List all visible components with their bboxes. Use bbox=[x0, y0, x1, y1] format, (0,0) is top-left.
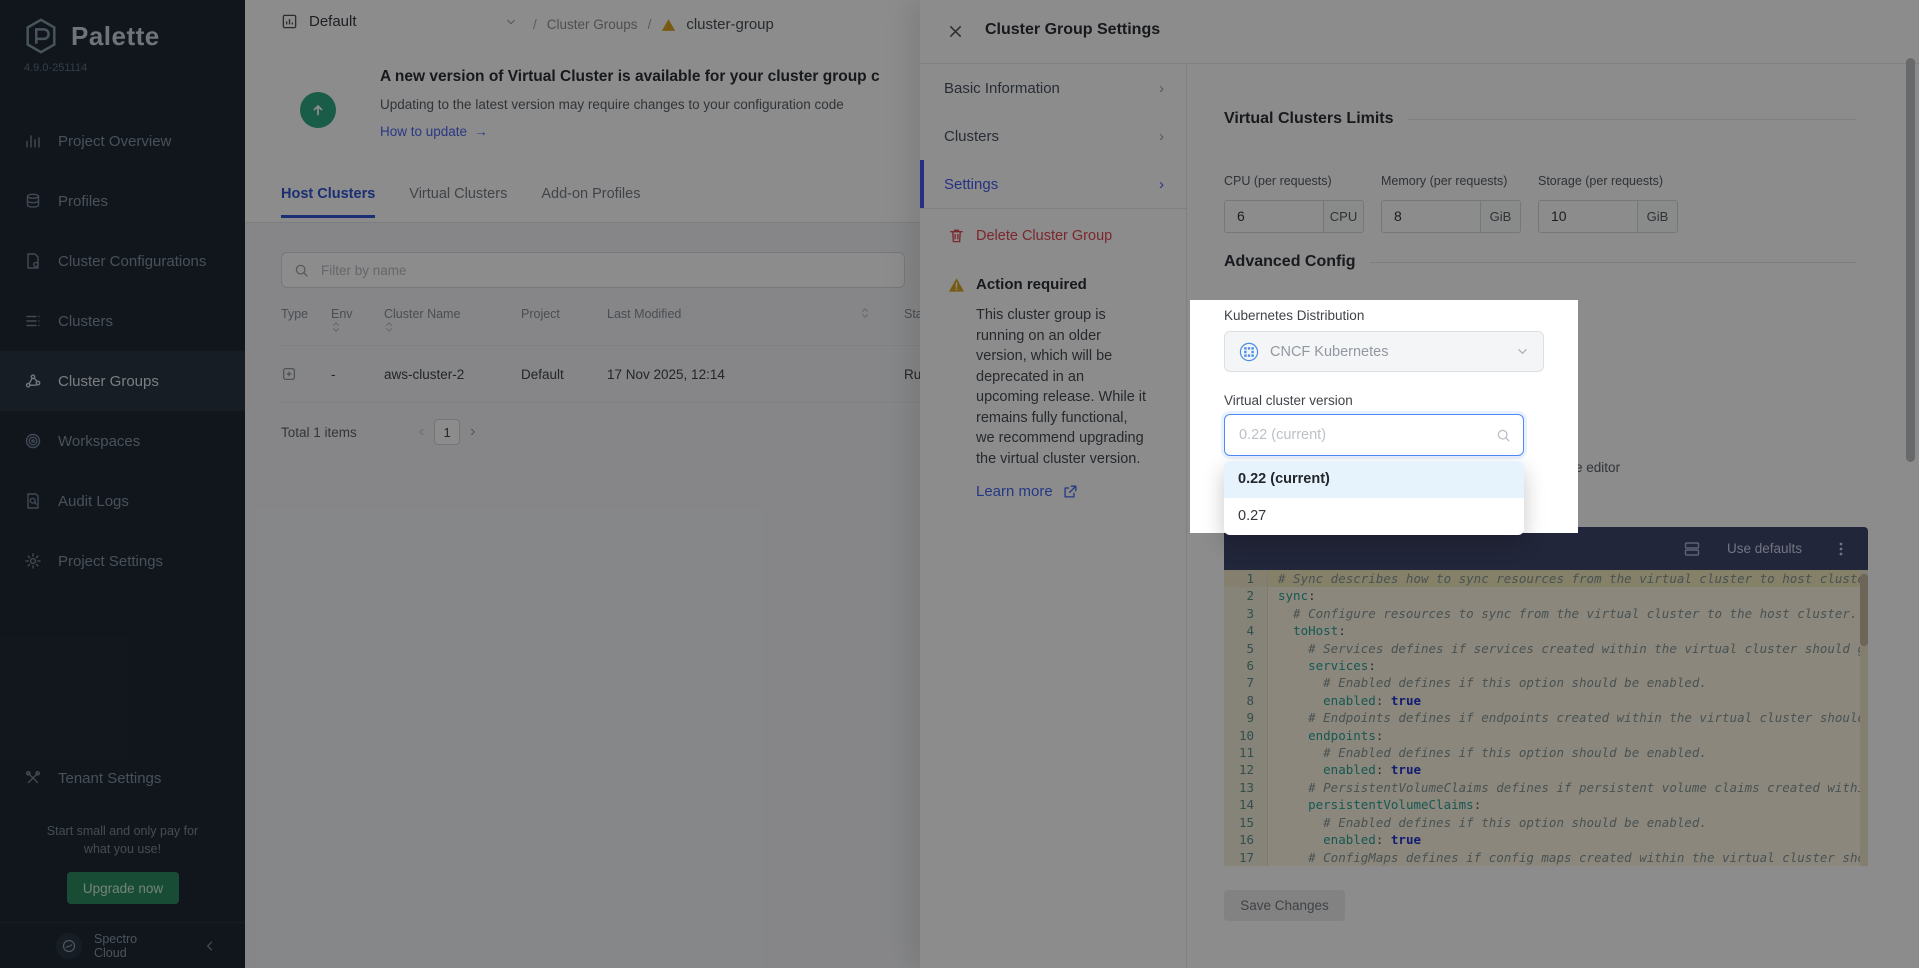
virtual-cluster-version-label: Virtual cluster version bbox=[1224, 393, 1353, 408]
kubernetes-distribution-value: CNCF Kubernetes bbox=[1270, 344, 1388, 360]
dim-overlay bbox=[0, 0, 1919, 968]
version-option-0-22-current-[interactable]: 0.22 (current) bbox=[1224, 461, 1524, 498]
chevron-down-icon bbox=[1516, 345, 1529, 358]
kubernetes-distribution-select[interactable]: CNCF Kubernetes bbox=[1224, 331, 1544, 372]
version-search-input[interactable] bbox=[1237, 426, 1496, 444]
version-option-0-27[interactable]: 0.27 bbox=[1224, 498, 1524, 535]
kubernetes-distribution-label: Kubernetes Distribution bbox=[1224, 308, 1364, 323]
app-window: Palette 4.9.0-251114 Project OverviewPro… bbox=[0, 0, 1919, 968]
search-icon bbox=[1496, 428, 1511, 443]
version-dropdown: 0.22 (current)0.27 bbox=[1224, 461, 1524, 535]
virtual-cluster-version-combobox[interactable] bbox=[1224, 414, 1524, 456]
cncf-icon bbox=[1239, 342, 1259, 362]
